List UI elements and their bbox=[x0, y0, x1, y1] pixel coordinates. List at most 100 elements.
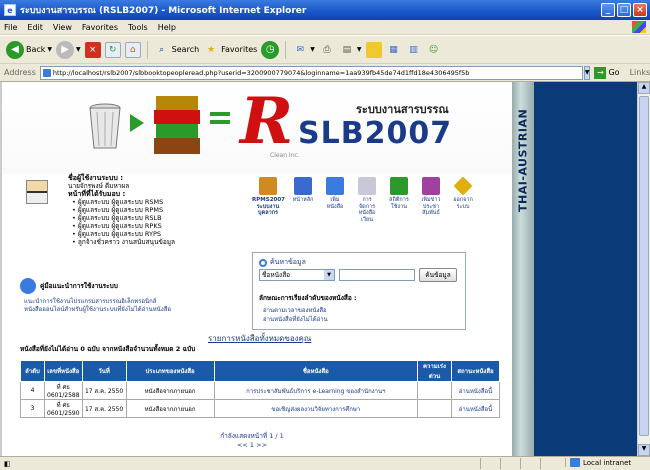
role-item: ผู้ดูแลระบบ ผู้ดูแลระบบ RYPS bbox=[72, 230, 175, 238]
people-group-icon bbox=[259, 177, 277, 195]
table-row: 4 ที่ ศธ 0601/2588 17 ส.ค. 2550 หนังสือจ… bbox=[20, 381, 500, 400]
back-button[interactable]: ◀ Back ▼ bbox=[6, 40, 52, 59]
refresh-icon: ↻ bbox=[104, 41, 121, 58]
search-button[interactable]: ⌕ Search bbox=[154, 42, 199, 58]
col-header: ชื่อหนังสือ bbox=[213, 360, 419, 382]
mail-button[interactable]: ✉ ▼ bbox=[292, 42, 315, 58]
cell-doc-no: ที่ ศธ 0601/2590 bbox=[44, 399, 83, 418]
vertical-scrollbar[interactable]: ▲ ▼ bbox=[637, 82, 650, 456]
stop-icon: × bbox=[84, 41, 101, 58]
page-nav[interactable]: << 1 >> bbox=[212, 441, 292, 450]
role-item: ผู้ดูแลระบบ ผู้ดูแลระบบ RPKS bbox=[72, 222, 175, 230]
search-submit-button[interactable]: ค้นข้อมูล bbox=[419, 268, 457, 282]
cell-urgency bbox=[417, 381, 452, 400]
equals-icon bbox=[210, 112, 230, 124]
forward-arrow-icon: ▶ bbox=[56, 40, 75, 59]
home-link[interactable]: หน้าหลัก bbox=[290, 177, 316, 223]
messenger-icon: ▥ bbox=[409, 44, 418, 55]
role-item: ผู้ดูแลระบบ ผู้ดูแลระบบ RSMS bbox=[72, 198, 175, 206]
sort-link-unread[interactable]: อ่านหนังสือที่ยังไม่ได้อ่าน bbox=[263, 314, 328, 324]
scroll-thumb[interactable] bbox=[639, 96, 649, 436]
favorites-button[interactable]: ★ Favorites bbox=[203, 42, 257, 58]
cell-title-link[interactable]: ขอเชิญส่งผลงานวิจัยทางการศึกษา bbox=[213, 399, 419, 418]
forward-button[interactable]: ▶ ▼ bbox=[56, 40, 81, 59]
pagination: กำลังแสดงหน้าที่ 1 / 1 << 1 >> bbox=[212, 432, 292, 450]
print-icon: ⎙ bbox=[323, 44, 331, 55]
stats-link[interactable]: สถิติการ ใช้งาน bbox=[386, 177, 412, 223]
messenger-button[interactable]: ▥ bbox=[406, 42, 422, 58]
cell-title-link[interactable]: การประชาสัมพันธ์บริการ e-Learning ของสำน… bbox=[213, 381, 419, 400]
address-input[interactable]: http://localhost/rslb2007/slbbooktopeopl… bbox=[39, 65, 583, 80]
people-icon: ☺ bbox=[428, 44, 439, 55]
manual-link[interactable]: แนะนำการใช้งานโปรแกรมสารบรรณอิเล็กทรอนิก… bbox=[24, 298, 171, 306]
people-button[interactable]: ☺ bbox=[426, 42, 442, 58]
logo-r: R bbox=[240, 84, 294, 159]
rpms-link[interactable]: RPMS2007 ระบบงานบุคลากร bbox=[252, 177, 285, 223]
user-avatar bbox=[26, 180, 48, 204]
links-button[interactable]: Links bbox=[630, 68, 650, 77]
edit-button[interactable]: ▤ ▼ bbox=[339, 42, 362, 58]
menu-tools[interactable]: Tools bbox=[128, 23, 148, 32]
scroll-down-arrow[interactable]: ▼ bbox=[638, 444, 650, 456]
books-stack-icon bbox=[154, 96, 200, 154]
status-bar: ◧ Local intranet bbox=[0, 456, 650, 470]
minimize-button[interactable]: _ bbox=[601, 3, 615, 17]
read-book-link[interactable]: อ่านหนังสือนี้ bbox=[451, 381, 500, 400]
menu-help[interactable]: Help bbox=[158, 23, 176, 32]
page-content: R ระบบงานสารบรรณ SLB2007 Clean Inc. ชื่อ… bbox=[0, 82, 637, 456]
search-field-select[interactable]: ชื่อหนังสือ bbox=[259, 269, 335, 281]
home-page-icon bbox=[294, 177, 312, 195]
stop-button[interactable]: × bbox=[84, 41, 101, 58]
menu-view[interactable]: View bbox=[53, 23, 72, 32]
cell-doc-no: ที่ ศธ 0601/2588 bbox=[44, 381, 83, 400]
cell-date: 17 ส.ค. 2550 bbox=[81, 399, 127, 418]
maximize-button[interactable]: □ bbox=[617, 3, 631, 17]
user-roles-list: ผู้ดูแลระบบ ผู้ดูแลระบบ RSMS ผู้ดูแลระบบ… bbox=[72, 198, 175, 246]
edit-icon: ▤ bbox=[342, 44, 352, 55]
menu-favorites[interactable]: Favorites bbox=[82, 23, 118, 32]
status-divider bbox=[500, 458, 501, 469]
cell-order: 4 bbox=[20, 381, 45, 400]
folder-button[interactable] bbox=[365, 41, 382, 58]
menu-file[interactable]: File bbox=[4, 23, 17, 32]
security-zone: Local intranet bbox=[565, 458, 631, 467]
read-book-link[interactable]: อ่านหนังสือนี้ bbox=[451, 399, 500, 418]
manual-links: แนะนำการใช้งานโปรแกรมสารบรรณอิเล็กทรอนิก… bbox=[24, 298, 171, 314]
home-button[interactable]: ⌂ bbox=[124, 41, 141, 58]
cell-type: หนังสือจากภายนอก bbox=[125, 399, 215, 418]
logout-sign-icon bbox=[453, 176, 473, 196]
print-button[interactable]: ⎙ bbox=[319, 42, 335, 58]
table-header-row: ลำดับ เลขที่หนังสือ วันที่ ประเภทของหนัง… bbox=[20, 360, 500, 382]
go-button[interactable]: → Go bbox=[594, 66, 620, 79]
manual-link[interactable]: หนังสือออนไลน์สำหรับผู้ใช้งานระบบที่ยังไ… bbox=[24, 306, 171, 314]
add-news-link[interactable]: เพิ่มข่าว ประชา สัมพันธ์ bbox=[418, 177, 444, 223]
address-dropdown[interactable]: ▼ bbox=[583, 65, 591, 80]
logout-link[interactable]: ออกจาก ระบบ bbox=[450, 176, 476, 223]
col-header: ลำดับ bbox=[20, 360, 45, 382]
menu-edit[interactable]: Edit bbox=[27, 23, 43, 32]
history-icon: ◷ bbox=[261, 40, 280, 59]
scroll-up-arrow[interactable]: ▲ bbox=[638, 82, 650, 94]
ie-app-icon: e bbox=[4, 4, 16, 16]
research-button[interactable]: ▦ bbox=[386, 42, 402, 58]
search-input[interactable] bbox=[339, 269, 415, 281]
menu-bar: File Edit View Favorites Tools Help bbox=[0, 20, 650, 35]
cell-type: หนังสือจากภายนอก bbox=[125, 381, 215, 400]
address-label: Address bbox=[4, 68, 36, 77]
add-book-link[interactable]: เพิ่ม หนังสือ bbox=[322, 177, 348, 223]
cell-urgency bbox=[417, 399, 452, 418]
close-button[interactable]: × bbox=[633, 3, 647, 17]
address-bar: Address http://localhost/rslb2007/slbboo… bbox=[0, 64, 650, 82]
search-panel: ค้นหาข้อมูล ชื่อหนังสือ ค้นข้อมูล ลักษณะ… bbox=[252, 252, 466, 330]
browser-toolbar: ◀ Back ▼ ▶ ▼ × ↻ ⌂ ⌕ Search ★ Favorites ◷ ✉ ▼ … bbox=[0, 36, 650, 64]
toolbar-separator bbox=[146, 40, 148, 59]
windows-logo-icon bbox=[632, 21, 646, 33]
page-summary: กำลังแสดงหน้าที่ 1 / 1 bbox=[220, 432, 284, 440]
circular-link[interactable]: การ จัดการ หนังสือ เวียน bbox=[354, 177, 380, 223]
history-button[interactable]: ◷ bbox=[261, 40, 280, 59]
cell-order: 3 bbox=[20, 399, 45, 418]
user-info: ชื่อผู้ใช้งานระบบ : นายจักรพงษ์ ดีมหาผล … bbox=[68, 174, 175, 246]
refresh-button[interactable]: ↻ bbox=[104, 41, 121, 58]
manual-heading: คู่มือแนะนำการใช้งานระบบ bbox=[20, 278, 118, 294]
result-info: หนังสือที่ยังไม่ได้อ่าน 0 ฉบับ จากหนังสื… bbox=[20, 345, 196, 353]
